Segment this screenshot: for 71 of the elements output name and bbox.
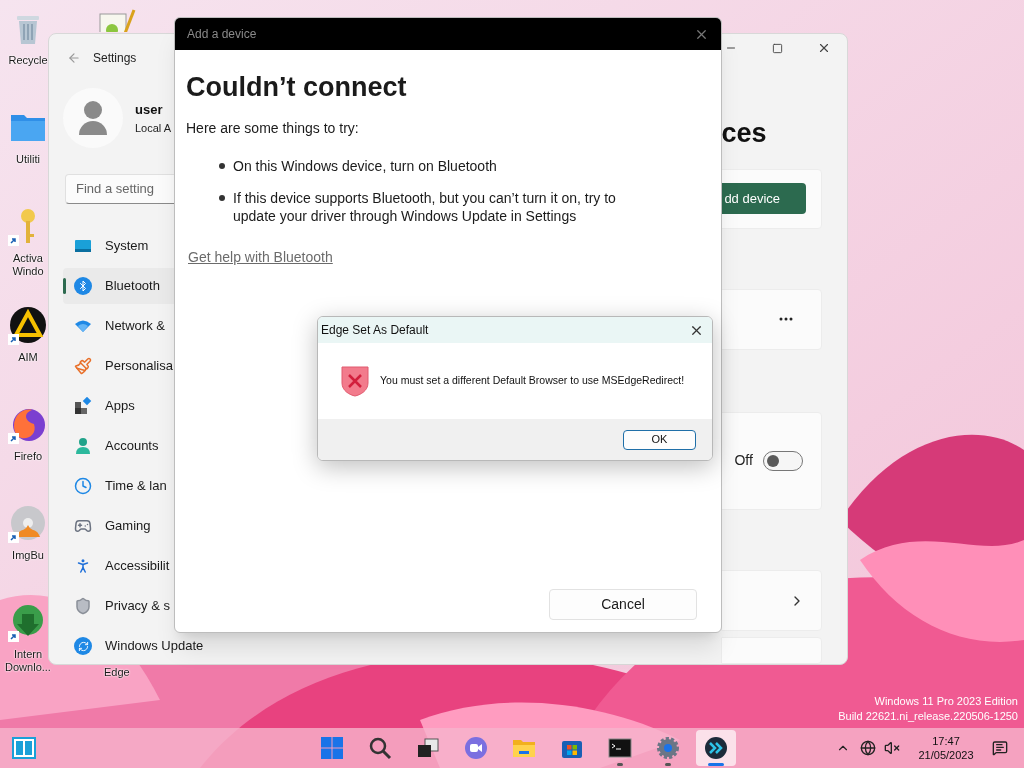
error-shield-icon — [340, 365, 370, 397]
intro-text: Here are some things to try: — [186, 119, 360, 138]
desktop-icon-label: Utiliti — [16, 153, 40, 166]
toggle-switch[interactable] — [762, 450, 803, 471]
more-icon[interactable] — [779, 317, 794, 322]
ok-button[interactable]: OK — [623, 429, 696, 450]
nav-item[interactable]: Apps — [63, 388, 175, 424]
widgets-icon[interactable] — [12, 736, 36, 760]
account-type: Local A — [135, 120, 172, 136]
add-device-button[interactable]: dd device — [722, 183, 807, 215]
tip-text: On this Windows device, turn on Bluetooth — [233, 157, 497, 175]
video-chat-icon — [464, 736, 488, 760]
shortcut-arrow-icon — [8, 433, 19, 444]
nav-item[interactable]: Windows Update — [63, 628, 206, 664]
windows-logo-icon — [320, 736, 344, 760]
desktop-icon-label: Firefo — [13, 450, 43, 463]
page-heading: ces — [721, 118, 768, 147]
nav-item[interactable]: Privacy & s — [63, 588, 175, 624]
bluetooth-icon — [74, 277, 92, 295]
nav-item[interactable]: System — [63, 228, 175, 264]
clock-date[interactable]: 21/05/2023 — [918, 748, 974, 762]
nav-item[interactable]: Time & lan — [63, 468, 175, 504]
chevrons-icon — [704, 736, 728, 760]
muted-speaker-icon[interactable] — [884, 740, 900, 756]
edition-text: Build 22621.ni_release.220506-1250 — [838, 709, 1018, 724]
dialog-title: Add a device — [187, 26, 257, 43]
desktop-icon-label: Windo — [12, 265, 44, 278]
monitor-icon — [74, 237, 92, 255]
nav-item[interactable]: Accounts — [63, 428, 175, 464]
shortcut-arrow-icon — [8, 235, 19, 246]
desktop-icon-label: Intern — [13, 648, 43, 661]
nav-item[interactable]: Accessibilit — [63, 548, 175, 584]
task-view-icon — [416, 736, 440, 760]
shortcut-arrow-icon — [8, 532, 19, 543]
desktop-icon-label: ImgBu — [12, 549, 44, 562]
gamepad-icon — [74, 517, 92, 535]
clock-icon — [74, 477, 92, 495]
shield-icon — [74, 597, 92, 615]
globe-icon[interactable] — [860, 740, 876, 756]
window-title: Settings — [93, 49, 137, 67]
nav-item[interactable]: Bluetooth — [63, 268, 175, 304]
maximize-icon[interactable] — [771, 42, 783, 54]
desktop-icon-label: Recycle — [8, 54, 48, 67]
dialog-heading: Couldn’t connect — [186, 71, 408, 104]
gear-icon — [656, 736, 680, 760]
desktop-icon-label: Activa — [13, 252, 43, 265]
shortcut-arrow-icon — [8, 631, 19, 642]
update-icon — [74, 637, 92, 655]
cancel-button[interactable]: Cancel — [549, 589, 697, 620]
desktop-icon-label: Edge — [104, 666, 130, 679]
nav-item[interactable]: Personalisa — [63, 348, 175, 384]
notification-icon[interactable] — [992, 740, 1008, 756]
search-icon — [368, 736, 392, 760]
taskbar-button[interactable] — [696, 730, 736, 766]
person-icon — [74, 437, 92, 455]
nav-item[interactable]: Network & — [63, 308, 175, 344]
clock-time[interactable]: 17:47 — [932, 734, 960, 748]
terminal-icon — [608, 736, 632, 760]
shortcut-arrow-icon — [8, 334, 19, 345]
desktop-icon-label: Downlo... — [5, 661, 51, 674]
user-name: user — [135, 101, 164, 120]
paintbrush-icon — [74, 357, 92, 375]
edition-text: Windows 11 Pro 2023 Edition — [874, 694, 1018, 709]
dialog-title: Edge Set As Default — [321, 322, 429, 339]
help-link[interactable]: Get help with Bluetooth — [188, 247, 333, 268]
apps-icon — [74, 397, 92, 415]
desktop-icon-label: AIM — [18, 351, 38, 364]
toggle-label: Off — [734, 451, 753, 471]
tip-text: If this device supports Bluetooth, but you can’t turn it on, try to update your driver through Windows Update in Settings — [233, 189, 617, 225]
message-text: You must set a different Default Browser to use MSEdgeRedirect! — [380, 373, 685, 389]
nav-item[interactable]: Gaming — [63, 508, 175, 544]
